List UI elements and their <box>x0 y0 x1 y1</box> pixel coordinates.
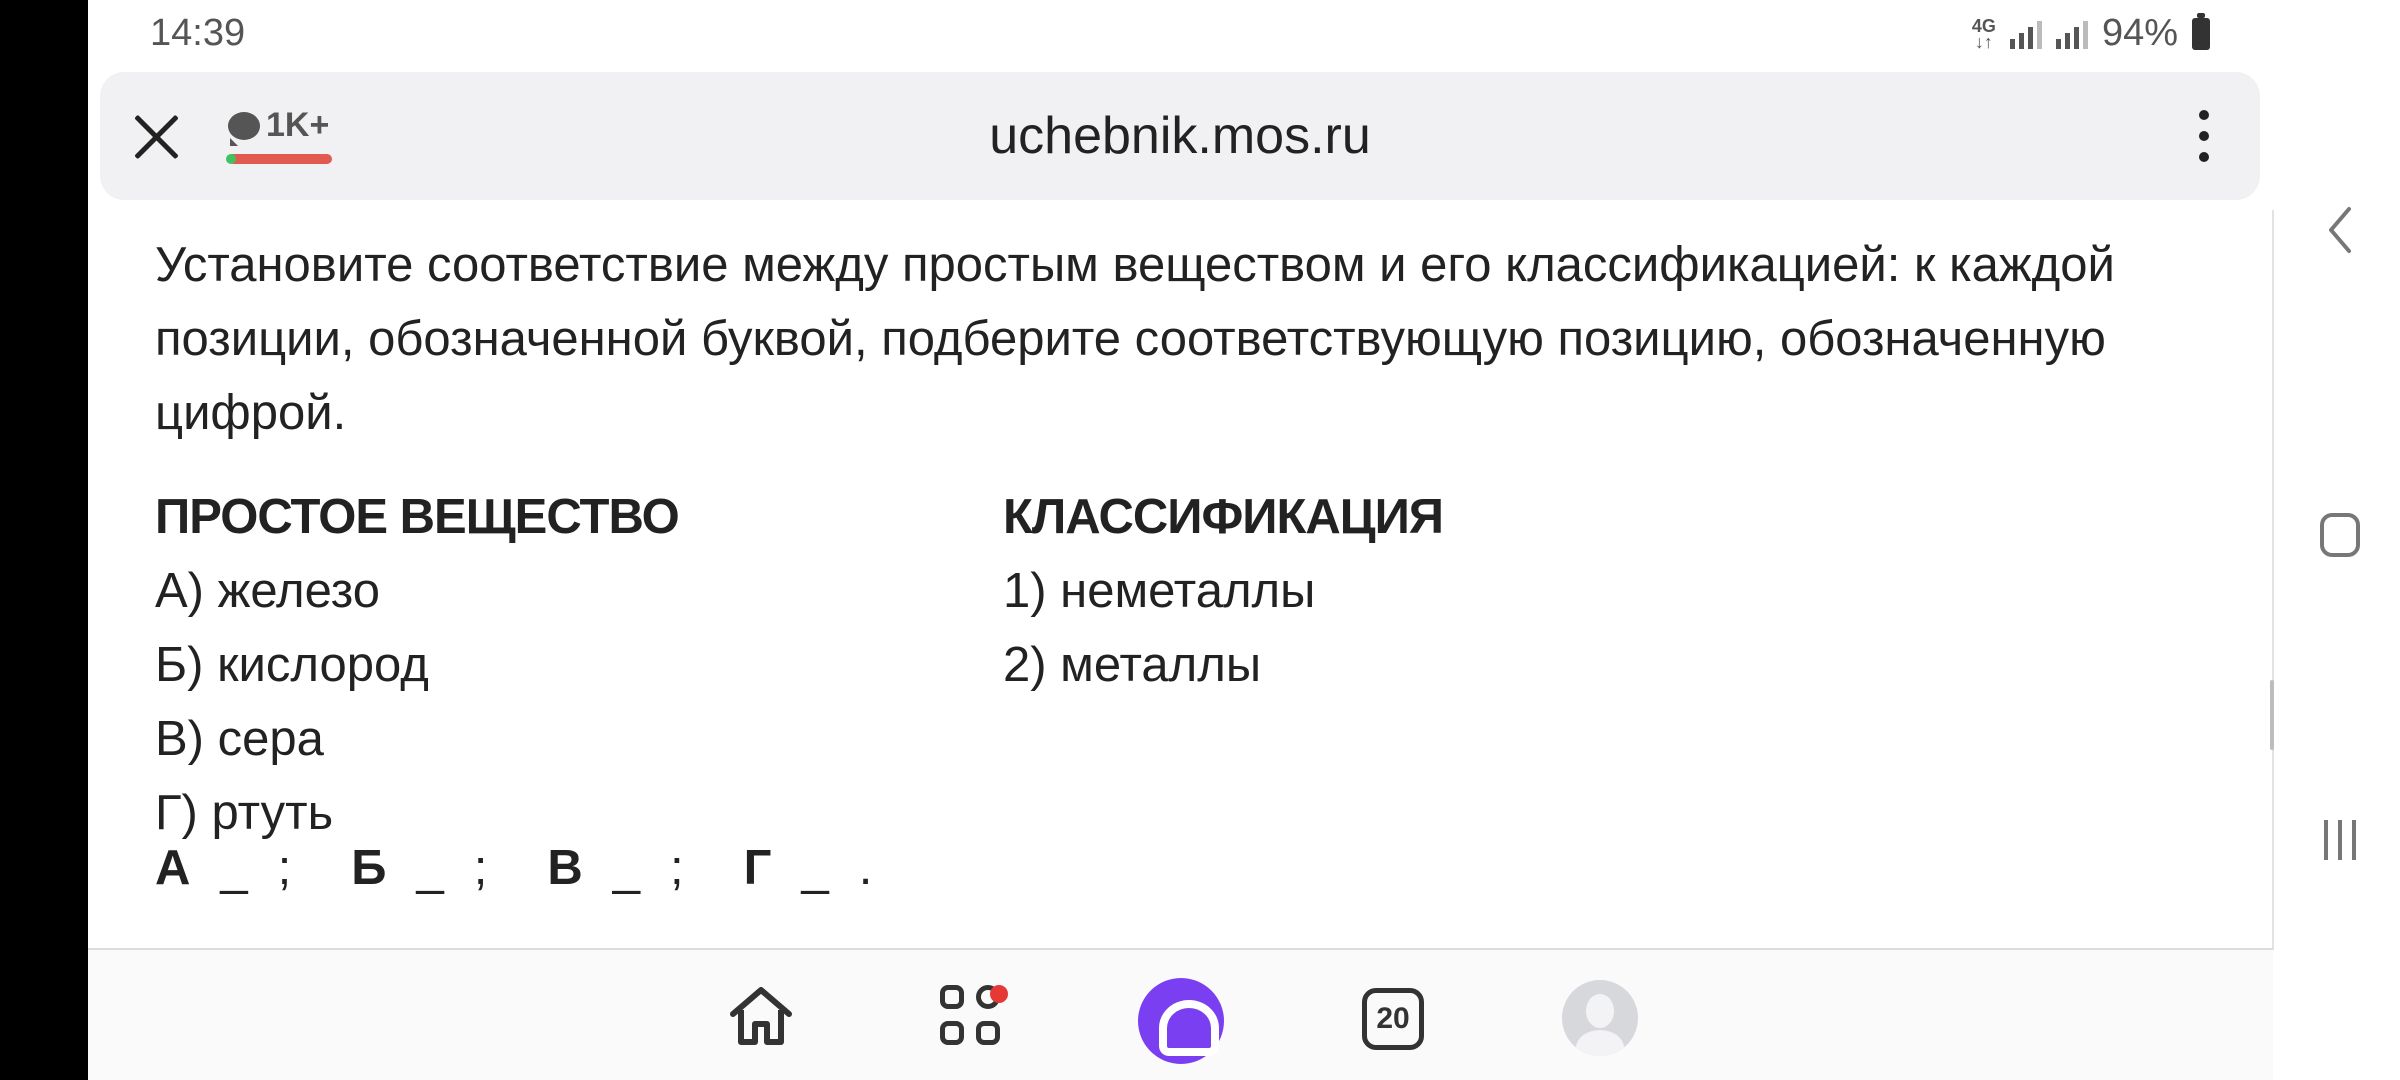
home-icon[interactable] <box>725 980 797 1052</box>
answer-letter: Г <box>743 841 772 895</box>
tabs-counter-icon[interactable]: 20 <box>1362 988 1424 1050</box>
left-black-bar <box>0 0 88 1080</box>
matching-columns: ПРОСТОЕ ВЕЩЕСТВО А) железо Б) кислород В… <box>155 480 2235 860</box>
answer-blank[interactable]: _ <box>220 840 247 896</box>
notification-dot <box>990 985 1008 1003</box>
signal-icon <box>2009 19 2042 49</box>
substance-item: Г) ртуть <box>155 786 334 840</box>
address-bar[interactable]: 1K+ uchebnik.mos.ru <box>100 72 2260 200</box>
answer-blank[interactable]: _ <box>613 840 640 896</box>
content-right-edge <box>2272 210 2274 950</box>
scrollbar[interactable] <box>2270 680 2274 750</box>
substance-item: В) сера <box>155 712 324 766</box>
answer-separator: ; <box>473 841 488 895</box>
signal-icon-2 <box>2055 19 2088 49</box>
url-text[interactable]: uchebnik.mos.ru <box>100 106 2260 166</box>
substance-header: ПРОСТОЕ ВЕЩЕСТВО <box>155 490 680 544</box>
substance-item: Б) кислород <box>155 638 429 692</box>
recent-apps-icon[interactable] <box>2310 810 2370 870</box>
answer-slot[interactable]: Б _ ; <box>351 840 487 896</box>
status-time: 14:39 <box>150 12 246 54</box>
substance-column: ПРОСТОЕ ВЕЩЕСТВО А) железо Б) кислород В… <box>155 480 680 850</box>
answer-blank[interactable]: _ <box>417 840 444 896</box>
screen: 14:39 4G ↓↑ 94% 1K+ uchebnik.mos.ru Устан… <box>0 0 2400 1080</box>
answer-separator: ; <box>277 841 292 895</box>
answer-separator: ; <box>670 841 684 895</box>
classification-item: 1) неметаллы <box>1003 564 1316 618</box>
network-label: 4G <box>1971 15 1996 36</box>
task-content: Установите соответствие между простым ве… <box>155 228 2235 860</box>
answer-slot[interactable]: В _ ; <box>547 840 683 896</box>
answer-letter: А <box>155 841 191 895</box>
answer-slot[interactable]: Г _ . <box>744 840 873 896</box>
battery-icon <box>2192 12 2210 50</box>
answer-letter: В <box>547 841 583 895</box>
answer-row: А _ ; Б _ ; В _ ; Г _ . <box>155 840 932 896</box>
status-icons: 4G ↓↑ 94% <box>1972 12 2210 55</box>
classification-header: КЛАССИФИКАЦИЯ <box>1003 490 1444 544</box>
battery-percent: 94% <box>2101 12 2178 54</box>
more-menu-icon[interactable] <box>2196 110 2212 162</box>
classification-item: 2) металлы <box>1003 638 1262 692</box>
profile-avatar[interactable] <box>1562 980 1638 1056</box>
classification-column: КЛАССИФИКАЦИЯ 1) неметаллы 2) металлы <box>1003 480 1444 702</box>
answer-letter: Б <box>351 841 387 895</box>
substance-item: А) железо <box>155 564 380 618</box>
answer-separator: . <box>858 841 873 895</box>
back-icon[interactable] <box>2310 200 2370 260</box>
answer-blank[interactable]: _ <box>801 840 828 896</box>
system-home-icon[interactable] <box>2310 505 2370 565</box>
answer-slot[interactable]: А _ ; <box>155 840 291 896</box>
network-4g-icon: 4G ↓↑ <box>1971 15 1996 52</box>
task-question: Установите соответствие между простым ве… <box>155 238 2115 440</box>
alice-assistant-button[interactable] <box>1138 978 1224 1064</box>
